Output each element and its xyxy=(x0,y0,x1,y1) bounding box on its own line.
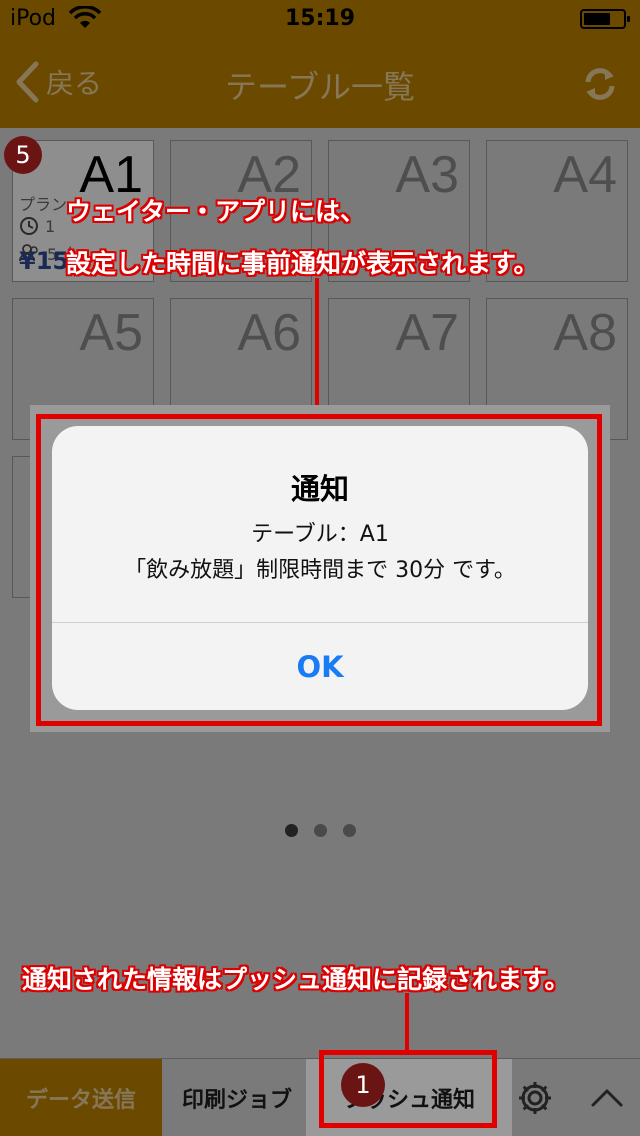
page-dot[interactable] xyxy=(342,824,356,837)
annotation-bottom: 通知された情報はプッシュ通知に記録されます。 xyxy=(22,965,570,994)
page-indicator[interactable] xyxy=(0,822,640,841)
table-price: ¥15 xyxy=(19,247,70,275)
page-dot[interactable] xyxy=(284,824,298,837)
status-time: 15:19 xyxy=(284,6,356,31)
nav-bar: 戻る テーブル一覧 xyxy=(0,40,640,128)
data-send-button[interactable]: データ送信 xyxy=(0,1059,162,1136)
refresh-icon[interactable] xyxy=(580,64,620,104)
annotation-top-line2: 設定した時間に事前通知が表示されます。 xyxy=(66,249,539,278)
table-notification-badge: 5 xyxy=(4,136,42,174)
table-name: A3 xyxy=(395,146,459,204)
table-name: A5 xyxy=(79,304,143,362)
annotation-highlight-alert xyxy=(36,414,602,726)
battery-icon xyxy=(580,9,630,29)
page-dot[interactable] xyxy=(313,824,327,837)
table-name: A7 xyxy=(395,304,459,362)
status-bar: iPod 15:19 xyxy=(0,0,640,40)
annotation-connector-top xyxy=(315,278,319,418)
clock-icon xyxy=(20,217,38,235)
table-name: A6 xyxy=(237,304,301,362)
annotation-connector-bottom xyxy=(405,993,409,1053)
settings-button[interactable] xyxy=(512,1059,558,1136)
plan-label: プラン xyxy=(19,195,68,214)
expand-button[interactable] xyxy=(584,1059,630,1136)
chevron-up-icon xyxy=(591,1089,623,1107)
annotation-top-line1: ウェイター・アプリには、 xyxy=(66,197,366,226)
annotation-highlight-push xyxy=(319,1050,497,1128)
gear-icon xyxy=(519,1082,551,1114)
table-name: A4 xyxy=(553,146,617,204)
time-value: 1 xyxy=(45,216,56,236)
table-name: A8 xyxy=(553,304,617,362)
print-jobs-button[interactable]: 印刷ジョブ xyxy=(168,1059,306,1136)
page-title: テーブル一覧 xyxy=(224,68,416,106)
elapsed-time: 1 xyxy=(19,216,55,236)
